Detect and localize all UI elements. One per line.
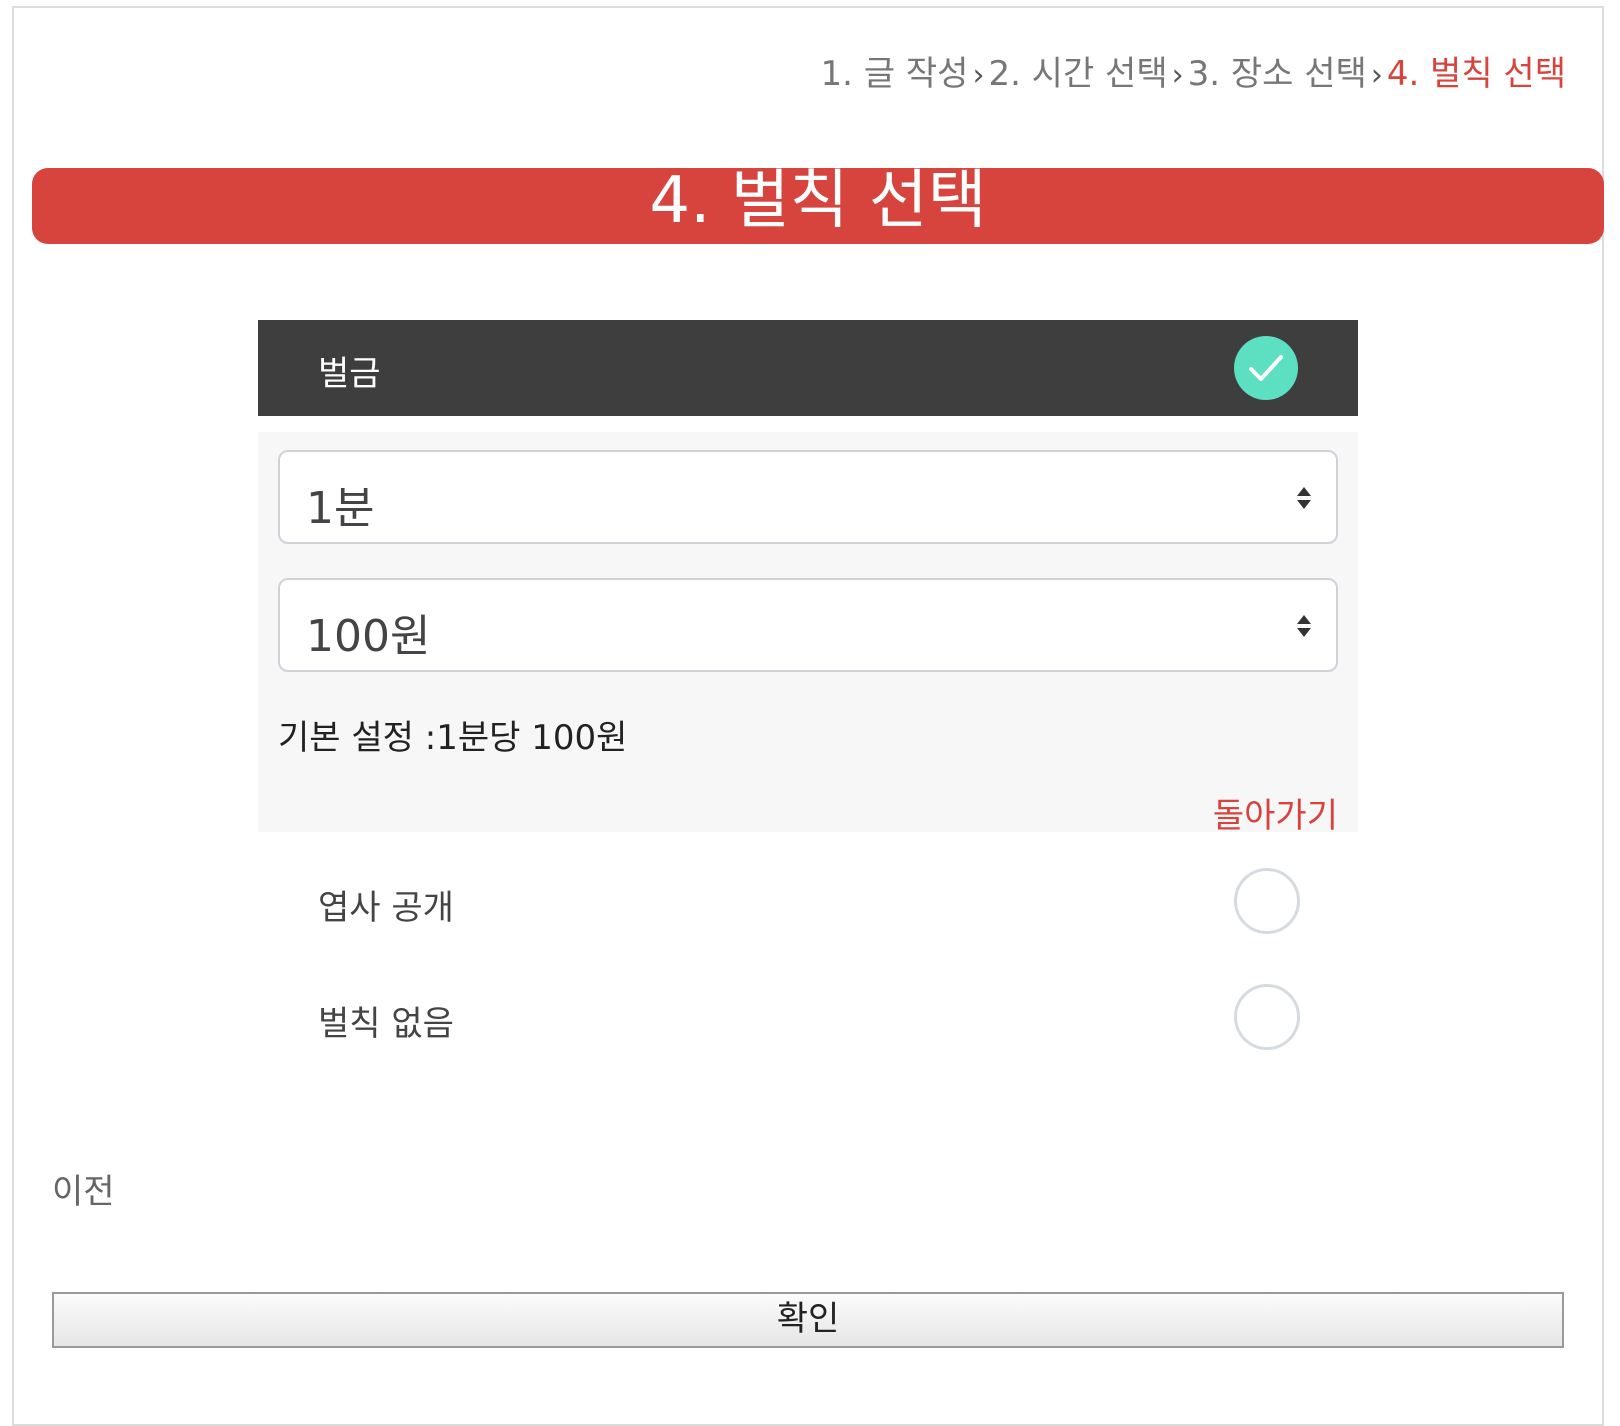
breadcrumb-step-2[interactable]: 2. 시간 선택 <box>988 54 1167 94</box>
default-setting-text: 기본 설정 :1분당 100원 <box>278 718 628 758</box>
option-row-photo[interactable]: 엽사 공개 <box>258 852 1358 952</box>
amount-select[interactable]: 100원 <box>278 578 1338 672</box>
confirm-button[interactable]: 확인 <box>52 1292 1564 1348</box>
fine-option-details: 1분 100원 기본 설정 :1분당 100원 돌아가기 <box>258 432 1358 836</box>
back-link[interactable]: 돌아가기 <box>1213 788 1338 837</box>
prev-button[interactable]: 이전 <box>52 1164 115 1213</box>
breadcrumb-step-1[interactable]: 1. 글 작성 <box>821 54 969 94</box>
radio-button[interactable] <box>1234 868 1300 934</box>
sort-arrows-icon <box>1296 486 1312 514</box>
chevron-right-icon: › <box>1370 58 1383 93</box>
radio-button[interactable] <box>1234 984 1300 1050</box>
option-label: 벌칙 없음 <box>318 1004 454 1044</box>
time-select[interactable]: 1분 <box>278 450 1338 544</box>
breadcrumb-step-3[interactable]: 3. 장소 선택 <box>1188 54 1367 94</box>
chevron-right-icon: › <box>972 58 985 93</box>
breadcrumb-step-4: 4. 벌칙 선택 <box>1386 54 1566 94</box>
option-label: 엽사 공개 <box>318 888 454 928</box>
check-icon[interactable] <box>1234 336 1298 400</box>
breadcrumb: 1. 글 작성 › 2. 시간 선택 › 3. 장소 선택 › 4. 벌칙 선택 <box>821 46 1566 95</box>
sort-arrows-icon <box>1296 614 1312 642</box>
amount-select-value: 100원 <box>306 611 431 662</box>
chevron-right-icon: › <box>1171 58 1184 93</box>
fine-option-label: 벌금 <box>318 354 381 394</box>
option-row-none[interactable]: 벌칙 없음 <box>258 968 1358 1068</box>
page-title: 4. 벌칙 선택 <box>32 168 1604 244</box>
time-select-value: 1분 <box>306 483 375 534</box>
fine-option-header[interactable]: 벌금 <box>258 320 1358 416</box>
